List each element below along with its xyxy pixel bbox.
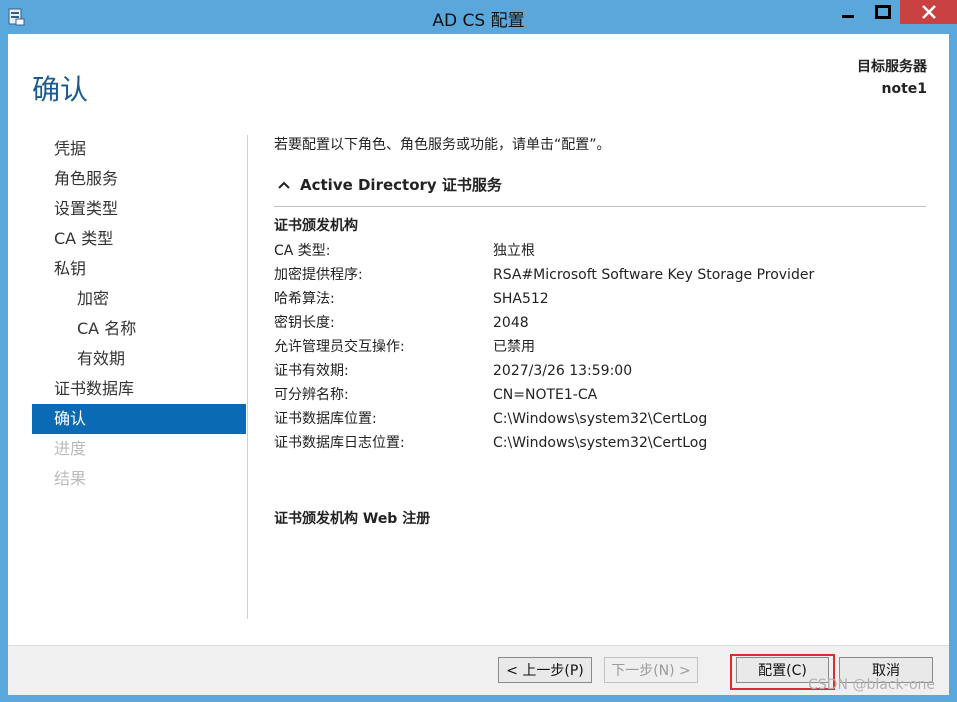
group-title-ca: 证书颁发机构 xyxy=(274,218,358,234)
nav-item-confirmation[interactable]: 确认 xyxy=(32,404,246,434)
list-item: CA 类型: 独立根 xyxy=(274,239,814,263)
list-item: 证书数据库日志位置: C:\Windows\system32\CertLog xyxy=(274,431,814,455)
setting-key: 允许管理员交互操作: xyxy=(274,339,405,355)
nav-item-ca-type[interactable]: CA 类型 xyxy=(32,224,246,254)
setting-value: SHA512 xyxy=(493,291,549,307)
nav-item-validity-period[interactable]: 有效期 xyxy=(32,344,246,374)
nav-item-private-key[interactable]: 私钥 xyxy=(32,254,246,284)
list-item: 允许管理员交互操作: 已禁用 xyxy=(274,335,814,359)
page-title: 确认 xyxy=(32,73,89,106)
group-title-web-enrollment: 证书颁发机构 Web 注册 xyxy=(274,511,431,527)
wizard-button-bar: < 上一步(P) 下一步(N) > 配置(C) 取消 CSDN @black-o… xyxy=(8,645,949,695)
next-button: 下一步(N) > xyxy=(604,657,698,683)
list-item: 可分辨名称: CN=NOTE1-CA xyxy=(274,383,814,407)
close-button[interactable] xyxy=(900,0,957,24)
nav-item-ca-name[interactable]: CA 名称 xyxy=(32,314,246,344)
nav-item-credentials[interactable]: 凭据 xyxy=(32,134,246,164)
previous-button[interactable]: < 上一步(P) xyxy=(498,657,592,683)
wizard-nav: 凭据 角色服务 设置类型 CA 类型 私钥 加密 CA 名称 有效期 证书数据库… xyxy=(32,134,246,494)
setting-value: 独立根 xyxy=(493,243,535,259)
setting-value: 2048 xyxy=(493,315,529,331)
section-header[interactable]: Active Directory 证书服务 xyxy=(278,174,502,195)
setting-key: 密钥长度: xyxy=(274,315,335,331)
setting-key: 加密提供程序: xyxy=(274,267,363,283)
setting-value: 已禁用 xyxy=(493,339,535,355)
setting-value: CN=NOTE1-CA xyxy=(493,387,598,403)
section-title: Active Directory 证书服务 xyxy=(300,176,502,194)
maximize-button[interactable] xyxy=(866,0,900,24)
intro-text: 若要配置以下角色、角色服务或功能，请单击“配置”。 xyxy=(274,137,611,153)
list-item: 证书数据库位置: C:\Windows\system32\CertLog xyxy=(274,407,814,431)
list-item: 密钥长度: 2048 xyxy=(274,311,814,335)
target-server-value: note1 xyxy=(881,81,927,97)
nav-divider xyxy=(247,135,248,619)
minimize-icon xyxy=(842,15,854,18)
setting-value: 2027/3/26 13:59:00 xyxy=(493,363,633,379)
confirmation-content: 若要配置以下角色、角色服务或功能，请单击“配置”。 Active Directo… xyxy=(274,134,934,527)
target-server-label: 目标服务器 xyxy=(857,59,927,75)
close-icon xyxy=(921,5,936,19)
wizard-client: 确认 目标服务器 note1 凭据 角色服务 设置类型 CA 类型 私钥 加密 … xyxy=(8,34,949,695)
watermark: CSDN @black-one xyxy=(808,677,935,693)
setting-value: RSA#Microsoft Software Key Storage Provi… xyxy=(493,267,815,283)
list-item: 证书有效期: 2027/3/26 13:59:00 xyxy=(274,359,814,383)
window-title: AD CS 配置 xyxy=(432,11,525,31)
setting-value: C:\Windows\system32\CertLog xyxy=(493,411,708,427)
setting-key: 哈希算法: xyxy=(274,291,335,307)
minimize-button[interactable] xyxy=(831,0,865,24)
nav-item-certificate-database[interactable]: 证书数据库 xyxy=(32,374,246,404)
setting-key: 证书数据库位置: xyxy=(274,411,377,427)
nav-item-role-services[interactable]: 角色服务 xyxy=(32,164,246,194)
list-item: 加密提供程序: RSA#Microsoft Software Key Storag… xyxy=(274,263,814,287)
setting-value: C:\Windows\system32\CertLog xyxy=(493,435,708,451)
nav-item-cryptography[interactable]: 加密 xyxy=(32,284,246,314)
nav-item-results: 结果 xyxy=(54,469,87,488)
nav-item-setup-type[interactable]: 设置类型 xyxy=(32,194,246,224)
setting-key: 证书数据库日志位置: xyxy=(274,435,405,451)
window: AD CS 配置 确认 目标服务器 note1 凭据 角色服务 设置类型 CA … xyxy=(0,0,957,702)
setting-key: 证书有效期: xyxy=(274,363,349,379)
title-bar[interactable]: AD CS 配置 xyxy=(0,0,957,34)
chevron-up-icon xyxy=(278,181,290,189)
section-divider xyxy=(274,206,926,207)
maximize-icon xyxy=(875,5,891,19)
settings-list: CA 类型: 独立根 加密提供程序: RSA#Microsoft Software … xyxy=(274,239,814,455)
setting-key: CA 类型: xyxy=(274,243,331,259)
setting-key: 可分辨名称: xyxy=(274,387,349,403)
list-item: 哈希算法: SHA512 xyxy=(274,287,814,311)
nav-item-progress: 进度 xyxy=(54,439,87,458)
